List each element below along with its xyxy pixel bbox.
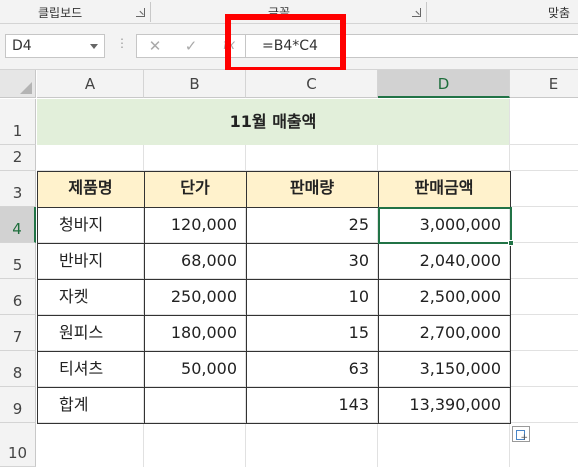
row-number: 4 — [12, 220, 22, 238]
cell-sales-amount[interactable]: 3,150,000 — [378, 351, 510, 387]
worksheet-grid: A B C D E 1 2 3 4 5 6 7 8 9 10 11월 매출액 제… — [0, 70, 578, 467]
cell-quantity[interactable]: 15 — [246, 315, 378, 351]
column-header-a[interactable]: A — [37, 70, 144, 98]
row-header-1[interactable]: 1 — [0, 99, 36, 145]
table-border — [37, 279, 510, 280]
row-header-4[interactable]: 4 — [0, 207, 36, 243]
row-header-10[interactable]: 10 — [0, 423, 36, 467]
column-header-d[interactable]: D — [378, 70, 510, 98]
row-number: 1 — [12, 122, 23, 140]
font-launcher-icon[interactable] — [412, 8, 421, 17]
cell-sales-amount[interactable]: 2,500,000 — [378, 279, 510, 315]
enter-icon[interactable]: ✓ — [179, 35, 203, 57]
header-unit-price[interactable]: 단가 — [144, 171, 246, 207]
formula-bar-grip-icon[interactable]: ⋮ — [116, 36, 128, 50]
table-border — [37, 423, 510, 424]
row-header-2[interactable]: 2 — [0, 145, 36, 171]
cell-total-label[interactable]: 합계 — [37, 387, 144, 423]
row-header-8[interactable]: 8 — [0, 351, 36, 387]
select-all-button[interactable] — [0, 70, 36, 98]
ribbon-group-alignment[interactable]: 맞춤 — [548, 0, 570, 23]
cell-product-name[interactable]: 자켓 — [37, 279, 144, 315]
formula-highlight-box — [225, 14, 346, 73]
fill-handle[interactable] — [508, 240, 514, 246]
column-header-c[interactable]: C — [246, 70, 378, 98]
row-header-6[interactable]: 6 — [0, 279, 36, 315]
row-header-9[interactable]: 9 — [0, 387, 36, 423]
cell-quantity[interactable]: 30 — [246, 243, 378, 279]
cell-total-price[interactable] — [144, 387, 246, 423]
row-number: 5 — [12, 256, 23, 274]
cell-quantity[interactable]: 10 — [246, 279, 378, 315]
active-cell-selection[interactable] — [378, 207, 512, 244]
row-number: 10 — [7, 444, 28, 462]
header-sales-amount[interactable]: 판매금액 — [378, 171, 510, 207]
cell-product-name[interactable]: 반바지 — [37, 243, 144, 279]
row-header-3[interactable]: 3 — [0, 171, 36, 207]
paste-options-icon[interactable] — [512, 426, 530, 443]
header-product-name[interactable]: 제품명 — [37, 171, 144, 207]
cell-unit-price[interactable]: 50,000 — [144, 351, 246, 387]
table-border — [246, 171, 247, 424]
cell-total-quantity[interactable]: 143 — [246, 387, 378, 423]
table-border — [37, 171, 510, 172]
table-border — [37, 351, 510, 352]
cell-product-name[interactable]: 티셔츠 — [37, 351, 144, 387]
ribbon-group-clipboard[interactable]: 클립보드 — [38, 0, 82, 23]
row-number: 7 — [12, 328, 23, 346]
chevron-down-icon[interactable] — [90, 44, 98, 49]
cell-product-name[interactable]: 원피스 — [37, 315, 144, 351]
cell-sales-amount[interactable]: 2,040,000 — [378, 243, 510, 279]
cell-unit-price[interactable]: 180,000 — [144, 315, 246, 351]
row-number: 3 — [12, 184, 23, 202]
header-quantity[interactable]: 판매량 — [246, 171, 378, 207]
table-border — [37, 315, 510, 316]
row-header-5[interactable]: 5 — [0, 243, 36, 279]
table-border — [37, 387, 510, 388]
ribbon-separator — [426, 2, 427, 22]
row-number: 8 — [12, 364, 23, 382]
cell-total-amount[interactable]: 13,390,000 — [378, 387, 510, 423]
cell-unit-price[interactable]: 68,000 — [144, 243, 246, 279]
table-border — [144, 171, 145, 424]
clipboard-launcher-icon[interactable] — [136, 8, 145, 17]
cell-quantity[interactable]: 25 — [246, 207, 378, 243]
table-border — [37, 171, 38, 424]
cancel-icon[interactable]: ✕ — [143, 35, 167, 57]
ribbon-separator — [150, 2, 151, 22]
row-number: 6 — [12, 292, 23, 310]
column-header-e[interactable]: E — [510, 70, 578, 98]
cell-quantity[interactable]: 63 — [246, 351, 378, 387]
row-header-7[interactable]: 7 — [0, 315, 36, 351]
name-box-value: D4 — [12, 38, 32, 54]
cell-unit-price[interactable]: 250,000 — [144, 279, 246, 315]
cell-unit-price[interactable]: 120,000 — [144, 207, 246, 243]
cell-product-name[interactable]: 청바지 — [37, 207, 144, 243]
cell-sales-amount[interactable]: 2,700,000 — [378, 315, 510, 351]
sheet-title-cell[interactable]: 11월 매출액 — [37, 99, 509, 145]
row-number: 9 — [12, 400, 23, 418]
column-header-b[interactable]: B — [144, 70, 246, 98]
name-box[interactable]: D4 — [5, 34, 105, 58]
row-number: 2 — [12, 148, 23, 166]
